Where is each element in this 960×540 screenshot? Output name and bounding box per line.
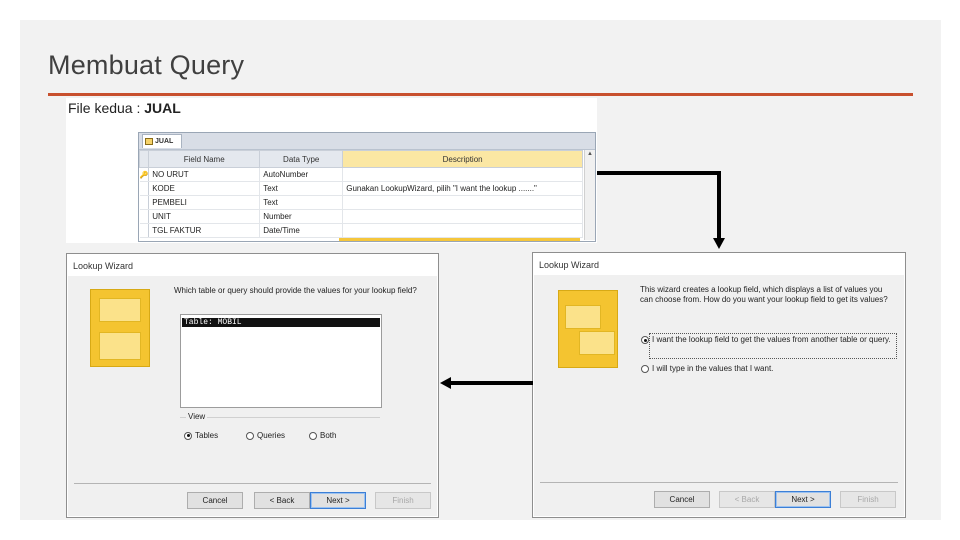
radio-button-icon[interactable]	[641, 336, 649, 344]
button-separator	[540, 482, 898, 483]
table-icon	[145, 138, 153, 145]
illustration-card	[99, 298, 141, 322]
description-cell[interactable]	[342, 167, 583, 182]
field-design-grid: Field Name Data Type Description 🔑 NO UR…	[138, 150, 583, 238]
field-name-cell[interactable]: UNIT	[148, 209, 261, 224]
next-button[interactable]: Next >	[310, 492, 366, 509]
radio-queries[interactable]: Queries	[246, 431, 285, 440]
radio-both[interactable]: Both	[309, 431, 336, 440]
column-header-field-name[interactable]: Field Name	[148, 150, 261, 168]
window-title: Lookup Wizard	[73, 261, 134, 271]
title-divider	[48, 93, 913, 96]
description-cell[interactable]	[342, 209, 583, 224]
table-design-screenshot: File kedua : JUAL JUAL Field Name Data T…	[66, 98, 597, 243]
tab-jual[interactable]: JUAL	[142, 134, 182, 148]
description-cell[interactable]	[342, 195, 583, 210]
table-row[interactable]: KODE Text Gunakan LookupWizard, pilih "I…	[139, 181, 583, 196]
data-type-cell[interactable]: Text	[259, 181, 344, 196]
wizard-illustration	[90, 289, 150, 367]
finish-button[interactable]: Finish	[375, 492, 431, 509]
slide-title: Membuat Query	[48, 50, 245, 80]
row-selector[interactable]	[139, 181, 150, 196]
field-name-cell[interactable]: PEMBELI	[148, 195, 261, 210]
lookup-wizard-step2-window: Lookup Wizard Which table or query shoul…	[66, 253, 439, 518]
data-type-cell[interactable]: Number	[259, 209, 344, 224]
next-button[interactable]: Next >	[775, 491, 831, 508]
description-highlight-bar	[339, 238, 580, 241]
arrow-connector-left	[450, 381, 533, 385]
row-selector-header	[138, 150, 150, 168]
description-cell[interactable]: Gunakan LookupWizard, pilih "I want the …	[342, 181, 583, 196]
radio-label: Tables	[195, 431, 219, 440]
radio-button-icon[interactable]	[246, 431, 254, 440]
grid-header-row: Field Name Data Type Description	[138, 150, 583, 168]
radio-label: Queries	[257, 431, 286, 440]
wizard-body: This wizard creates a lookup field, whic…	[534, 275, 904, 516]
field-name-cell[interactable]: TGL FAKTUR	[148, 223, 261, 238]
file-label: File kedua : JUAL	[68, 100, 181, 116]
file-label-prefix: File kedua :	[68, 100, 145, 116]
wizard-question-text: Which table or query should provide the …	[174, 286, 417, 295]
illustration-card	[99, 332, 141, 360]
scroll-up-icon[interactable]: ▲	[585, 150, 595, 159]
file-label-table: JUAL	[144, 100, 181, 116]
table-row[interactable]: 🔑 NO URUT AutoNumber	[139, 167, 583, 182]
radio-label: I want the lookup field to get the value…	[652, 335, 891, 344]
arrow-left-icon	[440, 377, 451, 389]
column-header-description[interactable]: Description	[342, 150, 583, 168]
column-header-data-type[interactable]: Data Type	[259, 150, 344, 168]
list-item[interactable]: Table: MOBIL	[182, 318, 380, 327]
row-selector[interactable]	[139, 223, 150, 238]
illustration-card	[565, 305, 601, 329]
vertical-scrollbar[interactable]: ▲	[584, 150, 595, 240]
wizard-intro-text: This wizard creates a lookup field, whic…	[640, 285, 888, 304]
radio-label: Both	[320, 431, 337, 440]
illustration-card	[579, 331, 615, 355]
back-button[interactable]: < Back	[254, 492, 310, 509]
table-row[interactable]: UNIT Number	[139, 209, 583, 224]
row-selector[interactable]	[139, 195, 150, 210]
radio-button-icon[interactable]	[309, 431, 317, 440]
data-type-cell[interactable]: AutoNumber	[259, 167, 344, 182]
window-title: Lookup Wizard	[539, 260, 600, 270]
back-button[interactable]: < Back	[719, 491, 775, 508]
wizard-illustration	[558, 290, 618, 368]
description-cell[interactable]	[342, 223, 583, 238]
finish-button[interactable]: Finish	[840, 491, 896, 508]
field-name-cell[interactable]: NO URUT	[148, 167, 261, 182]
primary-key-icon: 🔑	[139, 167, 150, 182]
radio-button-icon[interactable]	[184, 431, 192, 440]
view-group-label: View	[186, 412, 208, 421]
field-name-cell[interactable]: KODE	[148, 181, 261, 196]
lookup-wizard-step1-window: Lookup Wizard This wizard creates a look…	[532, 252, 906, 518]
row-selector[interactable]	[139, 209, 150, 224]
radio-button-icon[interactable]	[641, 364, 649, 373]
cancel-button[interactable]: Cancel	[654, 491, 710, 508]
arrow-connector-down	[717, 171, 721, 239]
table-design-window: JUAL Field Name Data Type Description 🔑 …	[138, 132, 596, 242]
button-separator	[74, 483, 431, 484]
data-type-cell[interactable]: Date/Time	[259, 223, 344, 238]
arrow-connector-top	[597, 171, 721, 175]
radio-type-values[interactable]: I will type in the values that I want.	[641, 364, 773, 373]
data-type-cell[interactable]: Text	[259, 195, 344, 210]
radio-lookup-from-table[interactable]: I want the lookup field to get the value…	[641, 335, 891, 345]
wizard-body: Which table or query should provide the …	[68, 276, 437, 516]
table-row[interactable]: TGL FAKTUR Date/Time	[139, 223, 583, 238]
tab-label: JUAL	[155, 138, 174, 145]
table-list-box[interactable]: Table: MOBIL	[180, 314, 382, 408]
cancel-button[interactable]: Cancel	[187, 492, 243, 509]
radio-tables[interactable]: Tables	[184, 431, 218, 440]
document-tab-strip: JUAL	[139, 133, 595, 150]
table-row[interactable]: PEMBELI Text	[139, 195, 583, 210]
arrow-down-icon	[713, 238, 725, 249]
radio-label: I will type in the values that I want.	[652, 364, 774, 373]
